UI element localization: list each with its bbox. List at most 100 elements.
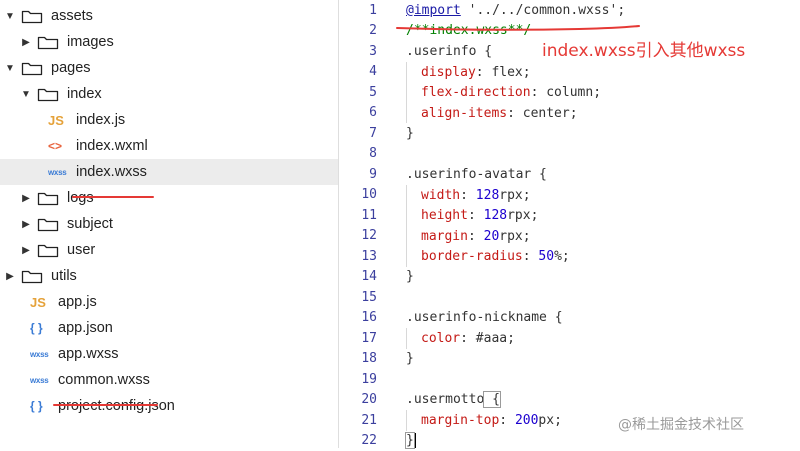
tree-item-subject[interactable]: ▶subject <box>0 211 338 237</box>
token-prop: color <box>421 331 460 346</box>
token-prop: align-items <box>421 105 507 120</box>
js-file-icon: JS <box>30 295 52 310</box>
tree-item-app-js[interactable]: JSapp.js <box>0 289 338 315</box>
code-text: .userinfo-avatar { <box>406 167 547 182</box>
indent-guide <box>406 328 421 349</box>
folder-icon <box>37 216 59 232</box>
tree-item-index-wxss[interactable]: wxssindex.wxss <box>0 159 338 185</box>
tree-item-label: user <box>67 242 95 258</box>
token-punc: : <box>468 208 484 223</box>
folder-icon <box>37 86 59 102</box>
token-prop: margin <box>421 228 468 243</box>
matched-bracket: { <box>484 392 500 407</box>
tree-item-label: index <box>67 86 102 102</box>
tree-item-label: index.wxml <box>76 138 148 154</box>
caret-down-icon[interactable]: ▼ <box>5 11 15 22</box>
token-punc: : <box>507 105 523 120</box>
line-number: 22 <box>339 433 377 448</box>
code-text: } <box>406 126 414 141</box>
tree-item-common-wxss[interactable]: wxsscommon.wxss <box>0 367 338 393</box>
tree-item-user[interactable]: ▶ user <box>0 237 338 263</box>
code-text: margin-top: 200px; <box>406 410 562 431</box>
token-val: % <box>554 249 562 264</box>
token-punc: ; <box>570 105 578 120</box>
code-line-5[interactable]: 5flex-direction: column; <box>339 82 800 103</box>
token-val: flex <box>491 64 522 79</box>
wxss-file-icon: wxss <box>30 350 52 359</box>
token-punc: ; <box>554 413 562 428</box>
js-file-icon: JS <box>48 113 70 128</box>
tree-item-index[interactable]: ▼ index <box>0 81 338 107</box>
code-line-18[interactable]: 18} <box>339 349 800 370</box>
folder-icon <box>37 242 59 258</box>
caret-down-icon[interactable]: ▼ <box>5 63 15 74</box>
token-punc: : <box>523 249 539 264</box>
tree-item-label: app.json <box>58 320 113 336</box>
code-line-9[interactable]: 9.userinfo-avatar { <box>339 164 800 185</box>
tree-item-logs[interactable]: ▶logs <box>0 185 338 211</box>
tree-item-label: project.config.json <box>58 398 175 414</box>
code-line-8[interactable]: 8 <box>339 144 800 165</box>
token-punc: { <box>547 310 563 325</box>
highlight-underline-index-wxss <box>72 196 154 198</box>
token-punc: ; <box>562 249 570 264</box>
code-line-13[interactable]: 13border-radius: 50%; <box>339 246 800 267</box>
caret-right-icon[interactable]: ▶ <box>21 37 31 48</box>
watermark: @稀土掘金技术社区 <box>618 414 744 434</box>
tree-item-app-json[interactable]: { } app.json <box>0 315 338 341</box>
indent-guide <box>406 226 421 247</box>
tree-item-images[interactable]: ▶images <box>0 29 338 55</box>
tree-item-label: index.js <box>76 112 125 128</box>
caret-right-icon[interactable]: ▶ <box>21 219 31 230</box>
code-line-4[interactable]: 4 display: flex; <box>339 62 800 83</box>
tree-item-index-wxml[interactable]: <>index.wxml <box>0 133 338 159</box>
token-punc: : <box>460 331 476 346</box>
token-prop: flex-direction <box>421 85 531 100</box>
code-text: } <box>406 433 416 448</box>
code-line-11[interactable]: 11height: 128rpx; <box>339 205 800 226</box>
token-punc: : <box>476 64 492 79</box>
code-line-14[interactable]: 14} <box>339 267 800 288</box>
code-text: align-items: center; <box>406 103 578 124</box>
caret-right-icon[interactable]: ▶ <box>5 271 15 282</box>
caret-right-icon[interactable]: ▶ <box>21 193 31 204</box>
code-line-15[interactable]: 15 <box>339 287 800 308</box>
tree-item-index-js[interactable]: JS index.js <box>0 107 338 133</box>
code-line-20[interactable]: 20 .usermotto { <box>339 390 800 411</box>
caret-down-icon[interactable]: ▼ <box>21 89 31 100</box>
tree-item-assets[interactable]: ▼assets <box>0 3 338 29</box>
tree-item-project-config[interactable]: { }project.config.json <box>0 393 338 419</box>
token-val: px <box>538 413 554 428</box>
json-file-icon: { } <box>30 321 52 335</box>
tree-item-app-wxss[interactable]: wxssapp.wxss <box>0 341 338 367</box>
code-text: .userinfo-nickname { <box>406 310 563 325</box>
token-prop: margin-top <box>421 413 499 428</box>
code-editor[interactable]: 1@import '../../common.wxss';2/**index.w… <box>339 0 800 448</box>
token-punc: : <box>460 187 476 202</box>
token-prop: height <box>421 208 468 223</box>
indent-guide <box>406 82 421 103</box>
code-line-19[interactable]: 19 <box>339 369 800 390</box>
code-line-16[interactable]: 16.userinfo-nickname { <box>339 308 800 329</box>
line-number: 20 <box>339 392 377 407</box>
caret-right-icon[interactable]: ▶ <box>21 245 31 256</box>
file-tree: ▼assets▶images▼pages▼indexJSindex.js<>in… <box>0 0 338 448</box>
tree-item-utils[interactable]: ▶utils <box>0 263 338 289</box>
code-line-7[interactable]: 7} <box>339 123 800 144</box>
token-num: 200 <box>515 413 538 428</box>
line-number: 4 <box>339 64 377 79</box>
code-line-10[interactable]: 10width: 128rpx; <box>339 185 800 206</box>
token-val: column <box>546 85 593 100</box>
tree-item-pages[interactable]: ▼pages <box>0 55 338 81</box>
line-number: 7 <box>339 126 377 141</box>
indent-guide <box>406 205 421 226</box>
token-punc: } <box>406 269 414 284</box>
token-punc: { <box>531 167 547 182</box>
code-text: .usermotto { <box>406 392 500 407</box>
code-line-17[interactable]: 17color: #aaa; <box>339 328 800 349</box>
line-number: 14 <box>339 269 377 284</box>
code-text: display: flex; <box>406 62 531 83</box>
code-line-12[interactable]: 12margin: 20rpx; <box>339 226 800 247</box>
token-num: 128 <box>476 187 499 202</box>
code-line-6[interactable]: 6align-items: center; <box>339 103 800 124</box>
